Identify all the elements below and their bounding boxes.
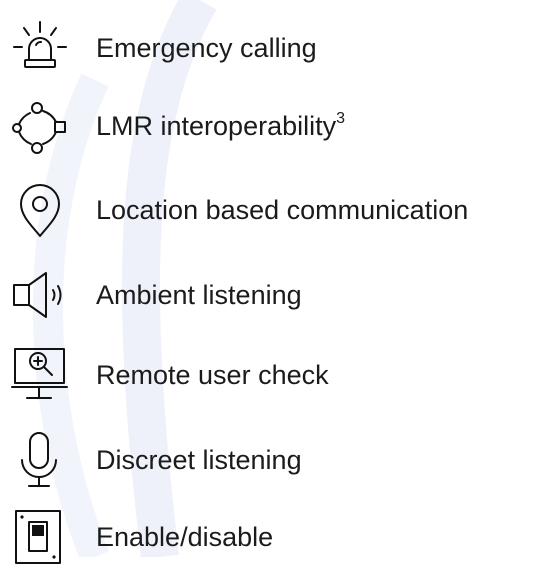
location-pin-icon bbox=[10, 180, 70, 240]
switch-icon bbox=[10, 507, 70, 567]
monitor-zoom-icon bbox=[10, 345, 70, 405]
feature-item-ambient-listening: Ambient listening bbox=[0, 265, 547, 325]
feature-label: Discreet listening bbox=[96, 445, 302, 475]
feature-label: Ambient listening bbox=[96, 280, 302, 310]
siren-icon bbox=[10, 18, 70, 78]
feature-item-lmr-interoperability: LMR interoperability3 bbox=[0, 96, 547, 156]
feature-list: Emergency calling LMR interoperability3 bbox=[0, 0, 547, 564]
feature-label: Location based communication bbox=[96, 195, 469, 225]
feature-item-enable-disable: Enable/disable bbox=[0, 507, 547, 567]
feature-item-location-based-communication: Location based communication bbox=[0, 180, 547, 240]
feature-label: Remote user check bbox=[96, 360, 329, 390]
feature-item-emergency-calling: Emergency calling bbox=[0, 18, 547, 78]
network-nodes-icon bbox=[10, 96, 70, 156]
speaker-icon bbox=[10, 265, 70, 325]
feature-item-remote-user-check: Remote user check bbox=[0, 345, 547, 405]
feature-item-discreet-listening: Discreet listening bbox=[0, 430, 547, 490]
feature-label: Emergency calling bbox=[96, 33, 317, 63]
feature-label: LMR interoperability3 bbox=[96, 110, 346, 142]
feature-label: Enable/disable bbox=[96, 522, 274, 552]
microphone-icon bbox=[10, 430, 70, 490]
footnote-marker: 3 bbox=[336, 110, 346, 127]
